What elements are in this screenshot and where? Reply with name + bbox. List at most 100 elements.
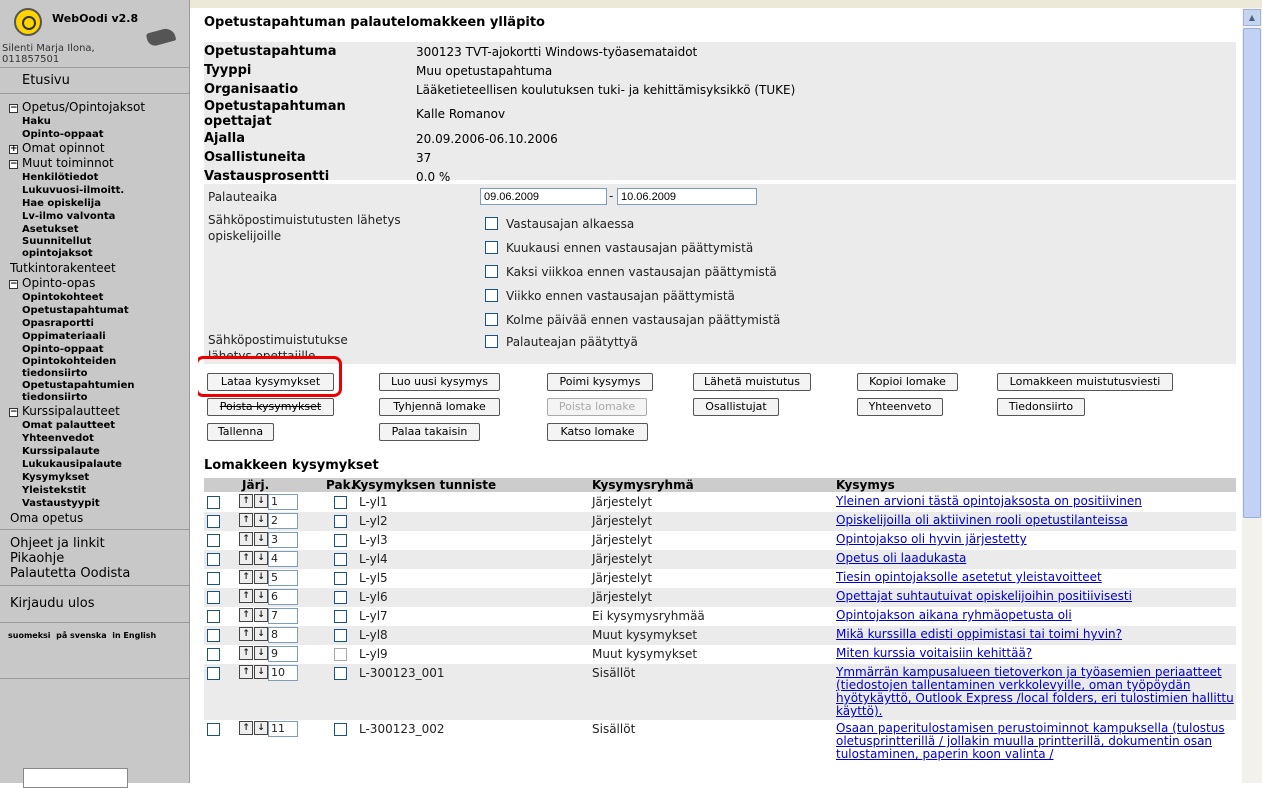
move-up-icon[interactable]: ↑	[239, 627, 253, 641]
sidebar-item-yhteenvedot[interactable]: Yhteenvedot	[0, 432, 189, 445]
sidebar-item-yleistekstit[interactable]: Yleistekstit	[0, 484, 189, 497]
mandatory-checkbox[interactable]	[334, 667, 347, 680]
sidebar-item-omat-palautteet[interactable]: Omat palautteet	[0, 419, 189, 432]
sidebar-item-hae-opiskelija[interactable]: Hae opiskelija	[0, 197, 189, 210]
sidebar-item-oma-opetus[interactable]: Oma opetus	[0, 510, 189, 526]
move-up-icon[interactable]: ↑	[239, 589, 253, 603]
move-down-icon[interactable]: ↓	[254, 551, 268, 565]
collapse-icon[interactable]: −	[9, 104, 18, 113]
sidebar-item-opinto-oppaat-2[interactable]: Opinto-oppaat	[0, 343, 189, 356]
question-link[interactable]: Mikä kurssilla edisti oppimistasi tai to…	[836, 628, 1236, 641]
order-input[interactable]: 6	[268, 589, 298, 605]
sidebar-item-omat-opinnot[interactable]: + Omat opinnot	[0, 141, 189, 156]
order-input[interactable]: 5	[268, 570, 298, 586]
sidebar-item-opinto-opas[interactable]: − Opinto-opas	[0, 276, 189, 291]
sidebar-item-palautetta[interactable]: Palautetta Oodista	[0, 566, 189, 581]
collapse-icon[interactable]: −	[9, 160, 18, 169]
sidebar-item-kurssipalautteet[interactable]: − Kurssipalautteet	[0, 404, 189, 419]
row-select-checkbox[interactable]	[207, 667, 220, 680]
question-link[interactable]: Opettajat suhtautuivat opiskelijoihin po…	[836, 590, 1236, 603]
question-link[interactable]: Yleinen arvioni tästä opintojaksosta on …	[836, 495, 1236, 508]
scroll-up-icon[interactable]: ▲	[1243, 9, 1261, 26]
yhteenveto-button[interactable]: Yhteenveto	[857, 398, 943, 416]
mandatory-checkbox[interactable]	[334, 610, 347, 623]
question-link[interactable]: Opiskelijoilla oli aktiivinen rooli opet…	[836, 514, 1236, 527]
luo-uusi-kysymys-button[interactable]: Luo uusi kysymys	[379, 373, 500, 391]
student-reminder-option[interactable]: Kolme päivää ennen vastausajan päättymis…	[485, 313, 780, 327]
sidebar-item-oppimateriaali[interactable]: Oppimateriaali	[0, 330, 189, 343]
sidebar-item-opintokohteiden-tiedonsiirto[interactable]: Opintokohteiden tiedonsiirto	[0, 356, 160, 380]
row-select-checkbox[interactable]	[207, 648, 220, 661]
student-reminder-option[interactable]: Kaksi viikkoa ennen vastausajan päättymi…	[485, 265, 777, 279]
lang-fi-link[interactable]: suomeksi	[8, 631, 51, 640]
sidebar-item-kysymykset[interactable]: Kysymykset	[0, 471, 189, 484]
tallenna-button[interactable]: Tallenna	[207, 423, 274, 441]
sidebar-item-asetukset[interactable]: Asetukset	[0, 223, 189, 236]
question-link[interactable]: Ymmärrän kampusalueen tietoverkon ja työ…	[836, 666, 1236, 718]
period-start-input[interactable]	[480, 188, 607, 205]
mandatory-checkbox[interactable]	[334, 572, 347, 585]
teacher-reminder-checkbox[interactable]	[485, 335, 498, 348]
sidebar-item-lukuvuosi[interactable]: Lukuvuosi-ilmoitt.	[0, 184, 189, 197]
row-select-checkbox[interactable]	[207, 534, 220, 547]
student-reminder-checkbox[interactable]	[485, 265, 498, 278]
sidebar-item-opintokohteet[interactable]: Opintokohteet	[0, 291, 189, 304]
sidebar-item-pikaohje[interactable]: Pikaohje	[0, 551, 189, 566]
mandatory-checkbox[interactable]	[334, 534, 347, 547]
mandatory-checkbox[interactable]	[334, 648, 347, 661]
order-input[interactable]: 9	[268, 646, 298, 662]
sidebar-item-etusivu[interactable]: Etusivu	[0, 73, 189, 89]
sidebar-item-opetustapahtumien-tiedonsiirto[interactable]: Opetustapahtumien tiedonsiirto	[0, 380, 160, 404]
order-input[interactable]: 1	[268, 494, 298, 510]
order-input[interactable]: 3	[268, 532, 298, 548]
sidebar-item-lv-ilmo[interactable]: Lv-ilmo valvonta	[0, 210, 189, 223]
question-link[interactable]: Opintojakso oli hyvin järjestetty	[836, 533, 1236, 546]
move-down-icon[interactable]: ↓	[254, 608, 268, 622]
question-link[interactable]: Tiesin opintojaksolle asetetut yleistavo…	[836, 571, 1236, 584]
row-select-checkbox[interactable]	[207, 496, 220, 509]
order-input[interactable]: 7	[268, 608, 298, 624]
collapse-icon[interactable]: −	[9, 280, 18, 289]
order-input[interactable]: 11	[268, 721, 298, 737]
question-link[interactable]: Osaan paperitulostamisen perustoiminnot …	[836, 722, 1236, 761]
sidebar-item-opetus[interactable]: − Opetus/Opintojaksot	[0, 100, 189, 115]
move-down-icon[interactable]: ↓	[254, 627, 268, 641]
student-reminder-checkbox[interactable]	[485, 241, 498, 254]
move-down-icon[interactable]: ↓	[254, 589, 268, 603]
mandatory-checkbox[interactable]	[334, 496, 347, 509]
move-up-icon[interactable]: ↑	[239, 513, 253, 527]
mandatory-checkbox[interactable]	[334, 629, 347, 642]
mandatory-checkbox[interactable]	[334, 515, 347, 528]
sidebar-item-suunnitellut[interactable]: Suunnitellut opintojaksot	[0, 236, 160, 260]
sidebar-item-haku[interactable]: Haku	[0, 115, 189, 128]
mandatory-checkbox[interactable]	[334, 591, 347, 604]
move-up-icon[interactable]: ↑	[239, 494, 253, 508]
move-up-icon[interactable]: ↑	[239, 646, 253, 660]
move-up-icon[interactable]: ↑	[239, 551, 253, 565]
move-down-icon[interactable]: ↓	[254, 570, 268, 584]
sidebar-item-opinto-oppaat[interactable]: Opinto-oppaat	[0, 128, 189, 141]
sidebar-item-lukukausipalaute[interactable]: Lukukausipalaute	[0, 458, 189, 471]
scroll-thumb[interactable]	[1243, 28, 1261, 518]
sidebar-item-tutkintorakenteet[interactable]: Tutkintorakenteet	[0, 260, 189, 276]
move-down-icon[interactable]: ↓	[254, 494, 268, 508]
student-reminder-option[interactable]: Vastausajan alkaessa	[485, 217, 634, 231]
row-select-checkbox[interactable]	[207, 610, 220, 623]
student-reminder-option[interactable]: Viikko ennen vastausajan päättymistä	[485, 289, 735, 303]
sidebar-item-henkilotiedot[interactable]: Henkilötiedot	[0, 171, 189, 184]
question-link[interactable]: Opetus oli laadukasta	[836, 552, 1236, 565]
poimi-kysymys-button[interactable]: Poimi kysymys	[547, 373, 653, 391]
kopioi-lomake-button[interactable]: Kopioi lomake	[857, 373, 958, 391]
sidebar-item-opasraportti[interactable]: Opasraportti	[0, 317, 189, 330]
move-up-icon[interactable]: ↑	[239, 570, 253, 584]
student-reminder-checkbox[interactable]	[485, 289, 498, 302]
question-link[interactable]: Opintojakson aikana ryhmäopetusta oli	[836, 609, 1236, 622]
student-reminder-checkbox[interactable]	[485, 217, 498, 230]
row-select-checkbox[interactable]	[207, 629, 220, 642]
expand-icon[interactable]: +	[9, 145, 18, 154]
sidebar-item-muut-toiminnot[interactable]: − Muut toiminnot	[0, 156, 189, 171]
move-up-icon[interactable]: ↑	[239, 608, 253, 622]
student-reminder-checkbox[interactable]	[485, 313, 498, 326]
order-input[interactable]: 10	[268, 665, 298, 681]
move-down-icon[interactable]: ↓	[254, 721, 268, 735]
